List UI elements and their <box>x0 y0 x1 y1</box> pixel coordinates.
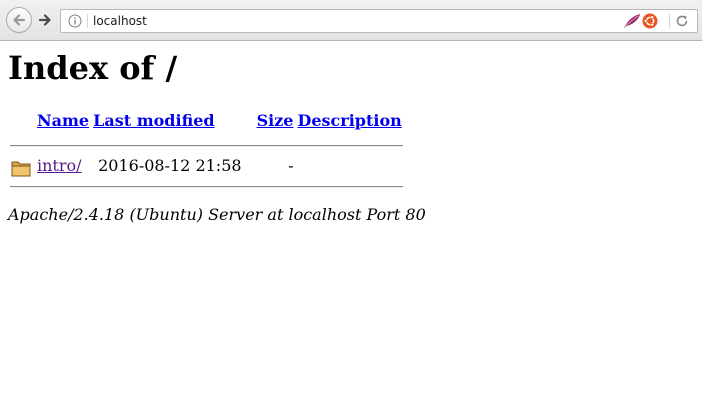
reload-icon[interactable] <box>675 14 689 28</box>
divider <box>10 186 403 188</box>
url-separator <box>87 14 88 28</box>
ubuntu-logo-icon[interactable] <box>642 13 658 29</box>
sort-by-last-modified-link[interactable]: Last modified <box>93 111 214 130</box>
description-column-header: Description <box>296 110 402 137</box>
page-title: Index of / <box>8 49 178 87</box>
forward-button[interactable] <box>32 10 58 30</box>
server-signature: Apache/2.4.18 (Ubuntu) Server at localho… <box>8 205 426 224</box>
size-column-header: Size <box>256 110 295 137</box>
table-row: intro/ 2016-08-12 21:58 - <box>10 155 403 178</box>
divider <box>10 145 403 147</box>
back-button[interactable] <box>6 7 32 33</box>
directory-listing-table: Name Last modified Size Description intr… <box>8 108 405 196</box>
url-separator <box>669 14 670 28</box>
icon-column-header <box>10 110 34 137</box>
entry-description <box>296 155 402 178</box>
info-icon[interactable] <box>68 14 82 28</box>
back-arrow-icon <box>13 14 26 26</box>
sort-by-description-link[interactable]: Description <box>297 111 401 130</box>
entry-name-link[interactable]: intro/ <box>37 156 82 175</box>
url-text[interactable]: localhost <box>93 13 147 29</box>
address-bar[interactable]: localhost <box>60 9 698 33</box>
forward-arrow-icon <box>38 14 51 26</box>
folder-icon <box>11 161 31 177</box>
last-modified-column-header: Last modified <box>92 110 253 137</box>
sort-by-size-link[interactable]: Size <box>257 111 294 130</box>
table-header-row: Name Last modified Size Description <box>10 110 403 137</box>
feather-icon[interactable] <box>623 13 641 29</box>
divider-row <box>10 180 403 194</box>
entry-last-modified: 2016-08-12 21:58 <box>98 156 242 175</box>
name-column-header: Name <box>36 110 90 137</box>
sort-by-name-link[interactable]: Name <box>37 111 89 130</box>
divider-row <box>10 139 403 153</box>
browser-toolbar: localhost <box>0 0 702 41</box>
entry-size: - <box>288 156 294 175</box>
